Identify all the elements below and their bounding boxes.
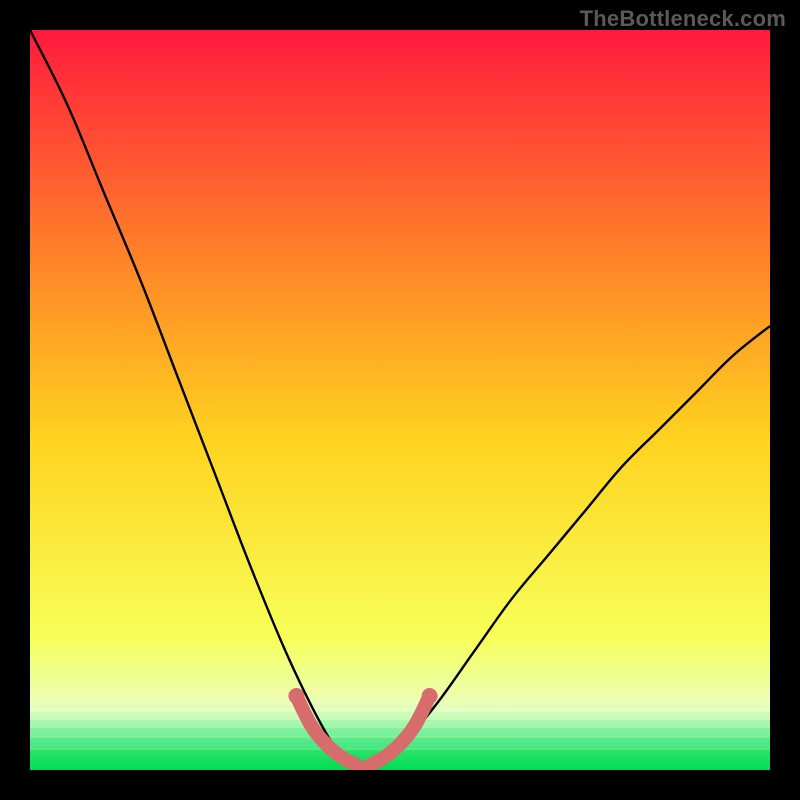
- valley-dot-right: [422, 688, 438, 704]
- bottleneck-plot: [30, 30, 770, 770]
- chart-svg: [30, 30, 770, 770]
- watermark-text: TheBottleneck.com: [580, 6, 786, 32]
- chart-frame: TheBottleneck.com: [0, 0, 800, 800]
- gradient-background: [30, 30, 770, 770]
- valley-dot-left: [288, 688, 304, 704]
